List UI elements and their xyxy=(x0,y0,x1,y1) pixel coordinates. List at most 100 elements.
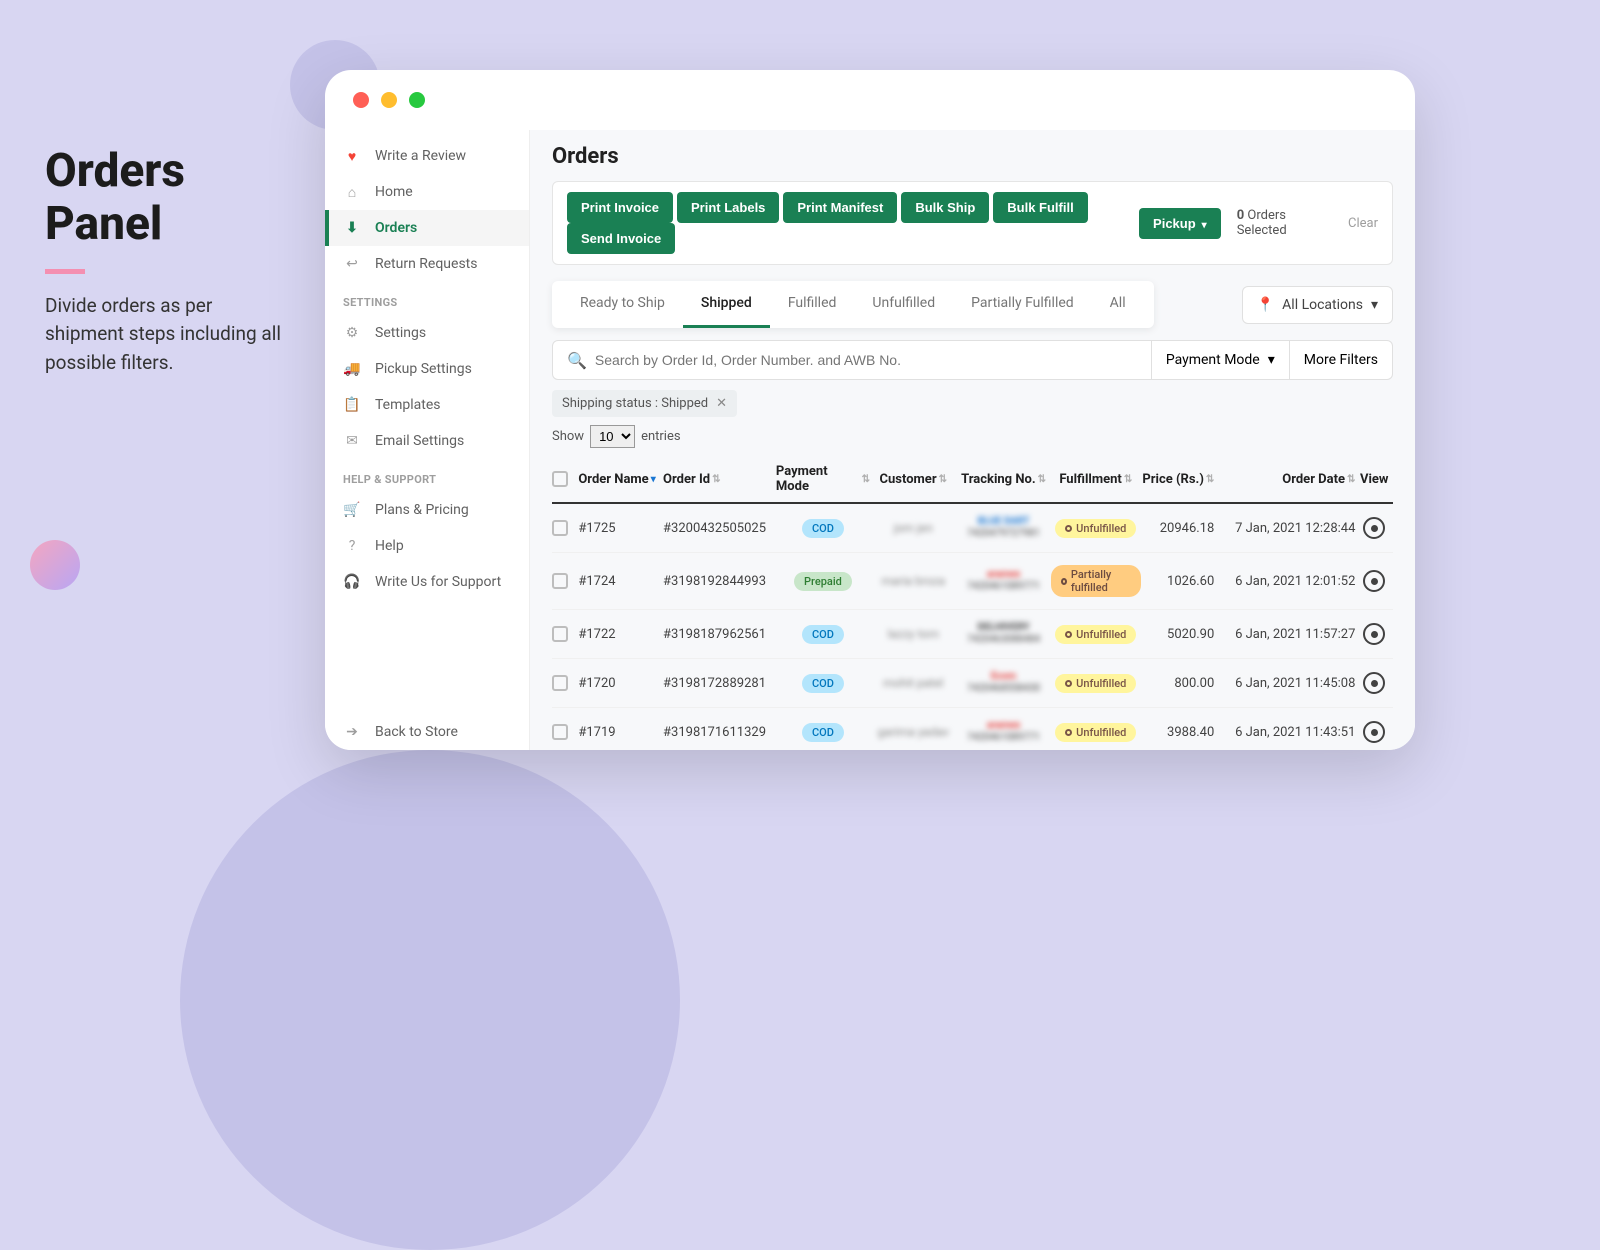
tracking-info: aramex7420461089771 xyxy=(967,720,1040,744)
app-window: ♥ Write a Review ⌂Home⬇Orders↩Return Req… xyxy=(325,70,1415,750)
order-id: #3198171611329 xyxy=(663,725,776,740)
order-name: #1724 xyxy=(578,574,663,589)
sidebar-item-orders[interactable]: ⬇Orders xyxy=(325,210,529,246)
entries-select[interactable]: 10 xyxy=(590,425,635,448)
search-icon: 🔍 xyxy=(567,351,587,370)
sidebar-item-templates[interactable]: 📋Templates xyxy=(325,387,529,423)
sidebar-label: Return Requests xyxy=(375,256,477,272)
column-order-id[interactable]: Order Id⇅ xyxy=(663,464,776,494)
sidebar: ♥ Write a Review ⌂Home⬇Orders↩Return Req… xyxy=(325,130,530,750)
payment-badge: COD xyxy=(802,723,844,742)
column-date[interactable]: Order Date⇅ xyxy=(1214,464,1355,494)
row-checkbox[interactable] xyxy=(552,520,568,536)
nav-icon: ⬇ xyxy=(343,219,361,237)
column-order-name[interactable]: Order Name▾ xyxy=(578,464,663,494)
eye-icon xyxy=(1371,680,1378,687)
row-checkbox[interactable] xyxy=(552,626,568,642)
tab-fulfilled[interactable]: Fulfilled xyxy=(770,281,855,328)
print-invoice-button[interactable]: Print Invoice xyxy=(567,192,673,223)
row-checkbox[interactable] xyxy=(552,573,568,589)
bulk-fulfill-button[interactable]: Bulk Fulfill xyxy=(993,192,1087,223)
payment-badge: COD xyxy=(802,625,844,644)
filter-chip: Shipping status : Shipped ✕ xyxy=(552,390,737,417)
sort-icon: ⇅ xyxy=(712,474,720,485)
sidebar-item-home[interactable]: ⌂Home xyxy=(325,174,529,210)
fulfillment-badge: Unfulfilled xyxy=(1055,519,1136,538)
location-dropdown[interactable]: 📍 All Locations ▾ xyxy=(1242,286,1393,324)
bulk-ship-button[interactable]: Bulk Ship xyxy=(901,192,989,223)
sidebar-label: Templates xyxy=(375,397,441,413)
selected-count: 0 Orders Selected xyxy=(1237,208,1328,238)
order-price: 1026.60 xyxy=(1141,574,1214,589)
column-customer[interactable]: Customer⇅ xyxy=(870,464,957,494)
print-manifest-button[interactable]: Print Manifest xyxy=(783,192,897,223)
table-row: #1724 #3198192844993 Prepaid maria broza… xyxy=(552,553,1393,610)
page-title: Orders xyxy=(530,130,1415,181)
tab-unfulfilled[interactable]: Unfulfilled xyxy=(854,281,953,328)
table-row: #1719 #3198171611329 COD garima yadav ar… xyxy=(552,708,1393,750)
fulfillment-badge: Unfulfilled xyxy=(1055,625,1136,644)
nav-icon: 🛒 xyxy=(343,501,361,519)
search-input[interactable] xyxy=(587,341,1137,379)
location-label: All Locations xyxy=(1282,297,1363,313)
column-payment-mode[interactable]: Payment Mode⇅ xyxy=(776,464,870,494)
column-fulfillment[interactable]: Fulfillment⇅ xyxy=(1051,464,1141,494)
sidebar-label: Back to Store xyxy=(375,724,458,740)
sidebar-label: Write Us for Support xyxy=(375,574,501,590)
order-date: 7 Jan, 2021 12:28:44 xyxy=(1214,521,1355,536)
order-name: #1725 xyxy=(578,521,663,536)
sidebar-item-help[interactable]: ?Help xyxy=(325,528,529,564)
column-tracking[interactable]: Tracking No.⇅ xyxy=(957,464,1051,494)
sidebar-item-back[interactable]: ➔ Back to Store xyxy=(325,714,529,750)
close-window-dot[interactable] xyxy=(353,92,369,108)
sidebar-label: Pickup Settings xyxy=(375,361,472,377)
sidebar-label: Write a Review xyxy=(375,148,466,164)
sort-icon: ⇅ xyxy=(862,474,870,485)
row-checkbox[interactable] xyxy=(552,724,568,740)
tab-all[interactable]: All xyxy=(1092,281,1144,328)
clear-link[interactable]: Clear xyxy=(1348,216,1378,231)
sidebar-item-plans-&-pricing[interactable]: 🛒Plans & Pricing xyxy=(325,492,529,528)
eye-icon xyxy=(1371,525,1378,532)
order-date: 6 Jan, 2021 12:01:52 xyxy=(1214,574,1355,589)
table-row: #1725 #3200432505025 COD jom jen BLUE DA… xyxy=(552,504,1393,553)
table-row: #1722 #3198187962561 COD lazzy torn DELH… xyxy=(552,610,1393,659)
tab-partially-fulfilled[interactable]: Partially Fulfilled xyxy=(953,281,1092,328)
customer-name: lazzy torn xyxy=(888,627,939,641)
more-filters-button[interactable]: More Filters xyxy=(1290,340,1393,380)
sidebar-item-return-requests[interactable]: ↩Return Requests xyxy=(325,246,529,282)
promo-description: Divide orders as per shipment steps incl… xyxy=(45,292,295,378)
pickup-button[interactable]: Pickup xyxy=(1139,208,1221,239)
payment-badge: Prepaid xyxy=(794,572,852,591)
view-button[interactable] xyxy=(1363,623,1385,645)
view-button[interactable] xyxy=(1363,570,1385,592)
sidebar-item-pickup-settings[interactable]: 🚚Pickup Settings xyxy=(325,351,529,387)
maximize-window-dot[interactable] xyxy=(409,92,425,108)
row-checkbox[interactable] xyxy=(552,675,568,691)
sidebar-item-review[interactable]: ♥ Write a Review xyxy=(325,138,529,174)
column-price[interactable]: Price (Rs.)⇅ xyxy=(1141,464,1214,494)
order-id: #3198192844993 xyxy=(663,574,776,589)
view-button[interactable] xyxy=(1363,672,1385,694)
tab-shipped[interactable]: Shipped xyxy=(683,281,770,328)
sidebar-item-email-settings[interactable]: ✉Email Settings xyxy=(325,423,529,459)
payment-badge: COD xyxy=(802,674,844,693)
print-labels-button[interactable]: Print Labels xyxy=(677,192,779,223)
eye-icon xyxy=(1371,729,1378,736)
view-button[interactable] xyxy=(1363,721,1385,743)
payment-mode-dropdown[interactable]: Payment Mode ▾ xyxy=(1152,340,1290,380)
sidebar-item-settings[interactable]: ⚙Settings xyxy=(325,315,529,351)
minimize-window-dot[interactable] xyxy=(381,92,397,108)
sidebar-item-write-us-for-support[interactable]: 🎧 Write Us for Support xyxy=(325,564,529,600)
tab-ready-to-ship[interactable]: Ready to Ship xyxy=(562,281,683,328)
select-all-checkbox[interactable] xyxy=(552,471,568,487)
view-button[interactable] xyxy=(1363,517,1385,539)
send-invoice-button[interactable]: Send Invoice xyxy=(567,223,675,254)
customer-name: mohit patel xyxy=(883,676,943,690)
sidebar-heading-help: HELP & SUPPORT xyxy=(325,459,529,492)
nav-icon: 🎧 xyxy=(343,573,361,591)
payment-badge: COD xyxy=(802,519,844,538)
eye-icon xyxy=(1371,631,1378,638)
order-price: 5020.90 xyxy=(1141,627,1214,642)
close-icon[interactable]: ✕ xyxy=(716,396,727,411)
